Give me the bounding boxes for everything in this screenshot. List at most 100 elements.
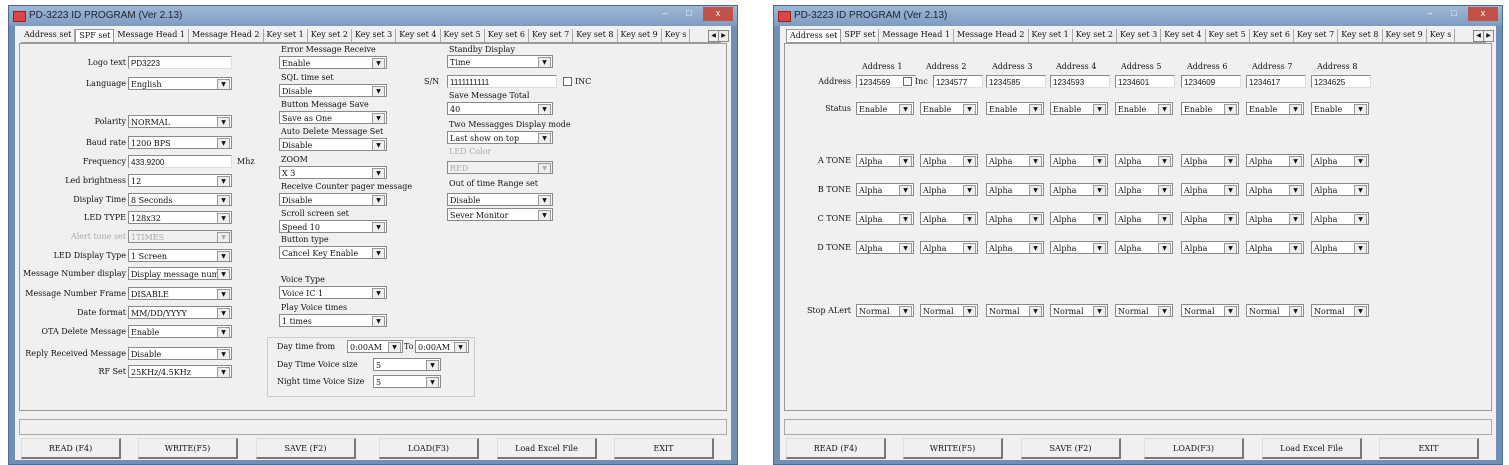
chevron-down-icon[interactable]: ▼	[372, 86, 385, 96]
select-zoom[interactable]: X 3 ▼	[279, 166, 387, 179]
select-d-tone-2[interactable]: Alpha ▼	[920, 241, 978, 254]
tab-scroll-right[interactable]: ▶	[718, 30, 729, 42]
addr-button-load-excel-file[interactable]: Load Excel File	[1262, 438, 1362, 459]
select-date-format[interactable]: MM/DD/YYYY ▼	[128, 306, 232, 319]
chevron-down-icon[interactable]: ▼	[899, 243, 912, 253]
chevron-down-icon[interactable]: ▼	[454, 342, 467, 352]
chevron-down-icon[interactable]: ▼	[1158, 306, 1171, 316]
tab-key-set-5[interactable]: Key set 5	[441, 29, 485, 42]
tab-key-set-1[interactable]: Key set 1	[1029, 29, 1073, 42]
chevron-down-icon[interactable]: ▼	[217, 269, 230, 279]
chevron-down-icon[interactable]: ▼	[217, 349, 230, 359]
chevron-down-icon[interactable]: ▼	[899, 306, 912, 316]
chevron-down-icon[interactable]: ▼	[1158, 104, 1171, 114]
select-a-tone-2[interactable]: Alpha ▼	[920, 154, 978, 167]
tab-key-set-7[interactable]: Key set 7	[1294, 29, 1339, 42]
select-stop-alert-6[interactable]: Normal ▼	[1181, 304, 1239, 317]
select-reply-received-message[interactable]: Disable ▼	[128, 347, 232, 360]
chevron-down-icon[interactable]: ▼	[372, 168, 385, 178]
select-b-tone-8[interactable]: Alpha ▼	[1311, 183, 1369, 196]
select-d-tone-3[interactable]: Alpha ▼	[986, 241, 1044, 254]
chevron-down-icon[interactable]: ▼	[1029, 214, 1042, 224]
select-c-tone-3[interactable]: Alpha ▼	[986, 212, 1044, 225]
select-b-tone-6[interactable]: Alpha ▼	[1181, 183, 1239, 196]
chevron-down-icon[interactable]: ▼	[217, 251, 230, 261]
addr-button-write-f-[interactable]: WRITE(F5)	[903, 438, 1003, 459]
tab-key-set-5[interactable]: Key set 5	[1206, 29, 1250, 42]
select-status-5[interactable]: Enable ▼	[1115, 102, 1173, 115]
select-auto-delete-message-set[interactable]: Disable ▼	[279, 138, 387, 151]
tab-key-s[interactable]: Key s	[662, 29, 691, 42]
inc-checkbox[interactable]	[563, 77, 572, 86]
chevron-down-icon[interactable]: ▼	[372, 222, 385, 232]
select-b-tone-2[interactable]: Alpha ▼	[920, 183, 978, 196]
select-status-2[interactable]: Enable ▼	[920, 102, 978, 115]
select-b-tone-5[interactable]: Alpha ▼	[1115, 183, 1173, 196]
select-b-tone-4[interactable]: Alpha ▼	[1050, 183, 1108, 196]
tab-address-set[interactable]: Address set	[21, 29, 76, 42]
select-language[interactable]: English ▼	[128, 77, 232, 90]
chevron-down-icon[interactable]: ▼	[1029, 243, 1042, 253]
chevron-down-icon[interactable]: ▼	[899, 156, 912, 166]
chevron-down-icon[interactable]: ▼	[963, 214, 976, 224]
select-stop-alert-4[interactable]: Normal ▼	[1050, 304, 1108, 317]
select-save-message-total[interactable]: 40 ▼	[447, 102, 553, 115]
chevron-down-icon[interactable]: ▼	[372, 140, 385, 150]
chevron-down-icon[interactable]: ▼	[963, 185, 976, 195]
select-a-tone-6[interactable]: Alpha ▼	[1181, 154, 1239, 167]
spf-button-save-f-[interactable]: SAVE (F2)	[256, 438, 356, 459]
chevron-down-icon[interactable]: ▼	[1093, 243, 1106, 253]
select-status-7[interactable]: Enable ▼	[1246, 102, 1304, 115]
select-message-number-display[interactable]: Display message numbe ▼	[128, 267, 232, 280]
addr-button-save-f-[interactable]: SAVE (F2)	[1021, 438, 1121, 459]
tab-key-set-8[interactable]: Key set 8	[573, 29, 618, 42]
chevron-down-icon[interactable]: ▼	[1158, 214, 1171, 224]
select-led-brightness[interactable]: 12 ▼	[128, 174, 232, 187]
tab-address-set[interactable]: Address set	[786, 29, 842, 42]
chevron-down-icon[interactable]: ▼	[1224, 156, 1237, 166]
input-address-2[interactable]: 1234577	[933, 75, 983, 88]
select-d-tone-8[interactable]: Alpha ▼	[1311, 241, 1369, 254]
select-sql-time-set[interactable]: Disable ▼	[279, 84, 387, 97]
chevron-down-icon[interactable]: ▼	[1158, 243, 1171, 253]
input-address-3[interactable]: 1234585	[986, 75, 1046, 88]
close-button[interactable]: x	[703, 7, 733, 21]
minimize-button[interactable]: –	[1418, 7, 1442, 21]
select-play-voice-times[interactable]: 1 times ▼	[279, 314, 387, 327]
select-c-tone-1[interactable]: Alpha ▼	[856, 212, 914, 225]
select-day-voice-size[interactable]: 5 ▼	[373, 358, 441, 371]
select-b-tone-1[interactable]: Alpha ▼	[856, 183, 914, 196]
chevron-down-icon[interactable]: ▼	[217, 176, 230, 186]
select-led-display-type[interactable]: 1 Screen ▼	[128, 249, 232, 262]
select-monitor[interactable]: Sever Monitor ▼	[447, 208, 553, 221]
select-c-tone-5[interactable]: Alpha ▼	[1115, 212, 1173, 225]
chevron-down-icon[interactable]: ▼	[1224, 214, 1237, 224]
tab-message-head-2[interactable]: Message Head 2	[954, 29, 1029, 42]
chevron-down-icon[interactable]: ▼	[538, 133, 551, 143]
chevron-down-icon[interactable]: ▼	[1029, 185, 1042, 195]
select-stop-alert-8[interactable]: Normal ▼	[1311, 304, 1369, 317]
select-a-tone-1[interactable]: Alpha ▼	[856, 154, 914, 167]
input-logo-text[interactable]: PD3223	[128, 56, 232, 69]
select-stop-alert-3[interactable]: Normal ▼	[986, 304, 1044, 317]
chevron-down-icon[interactable]: ▼	[217, 79, 230, 89]
chevron-down-icon[interactable]: ▼	[899, 214, 912, 224]
chevron-down-icon[interactable]: ▼	[1289, 156, 1302, 166]
chevron-down-icon[interactable]: ▼	[1289, 214, 1302, 224]
minimize-button[interactable]: –	[653, 7, 677, 21]
select-a-tone-4[interactable]: Alpha ▼	[1050, 154, 1108, 167]
tab-spf-set[interactable]: SPF set	[841, 29, 880, 42]
input-address-5[interactable]: 1234601	[1115, 75, 1175, 88]
tab-message-head-1[interactable]: Message Head 1	[879, 29, 954, 42]
chevron-down-icon[interactable]: ▼	[1224, 306, 1237, 316]
tab-key-set-6[interactable]: Key set 6	[1250, 29, 1294, 42]
chevron-down-icon[interactable]: ▼	[1354, 104, 1367, 114]
select-status-1[interactable]: Enable ▼	[856, 102, 914, 115]
select-d-tone-4[interactable]: Alpha ▼	[1050, 241, 1108, 254]
spf-button-load-f-[interactable]: LOAD(F3)	[379, 438, 479, 459]
tab-key-set-9[interactable]: Key set 9	[618, 29, 662, 42]
select-button-type[interactable]: Cancel Key Enable ▼	[279, 246, 387, 259]
chevron-down-icon[interactable]: ▼	[1224, 243, 1237, 253]
input-address-4[interactable]: 1234593	[1050, 75, 1110, 88]
spf-button-read-f-[interactable]: READ (F4)	[21, 438, 121, 459]
